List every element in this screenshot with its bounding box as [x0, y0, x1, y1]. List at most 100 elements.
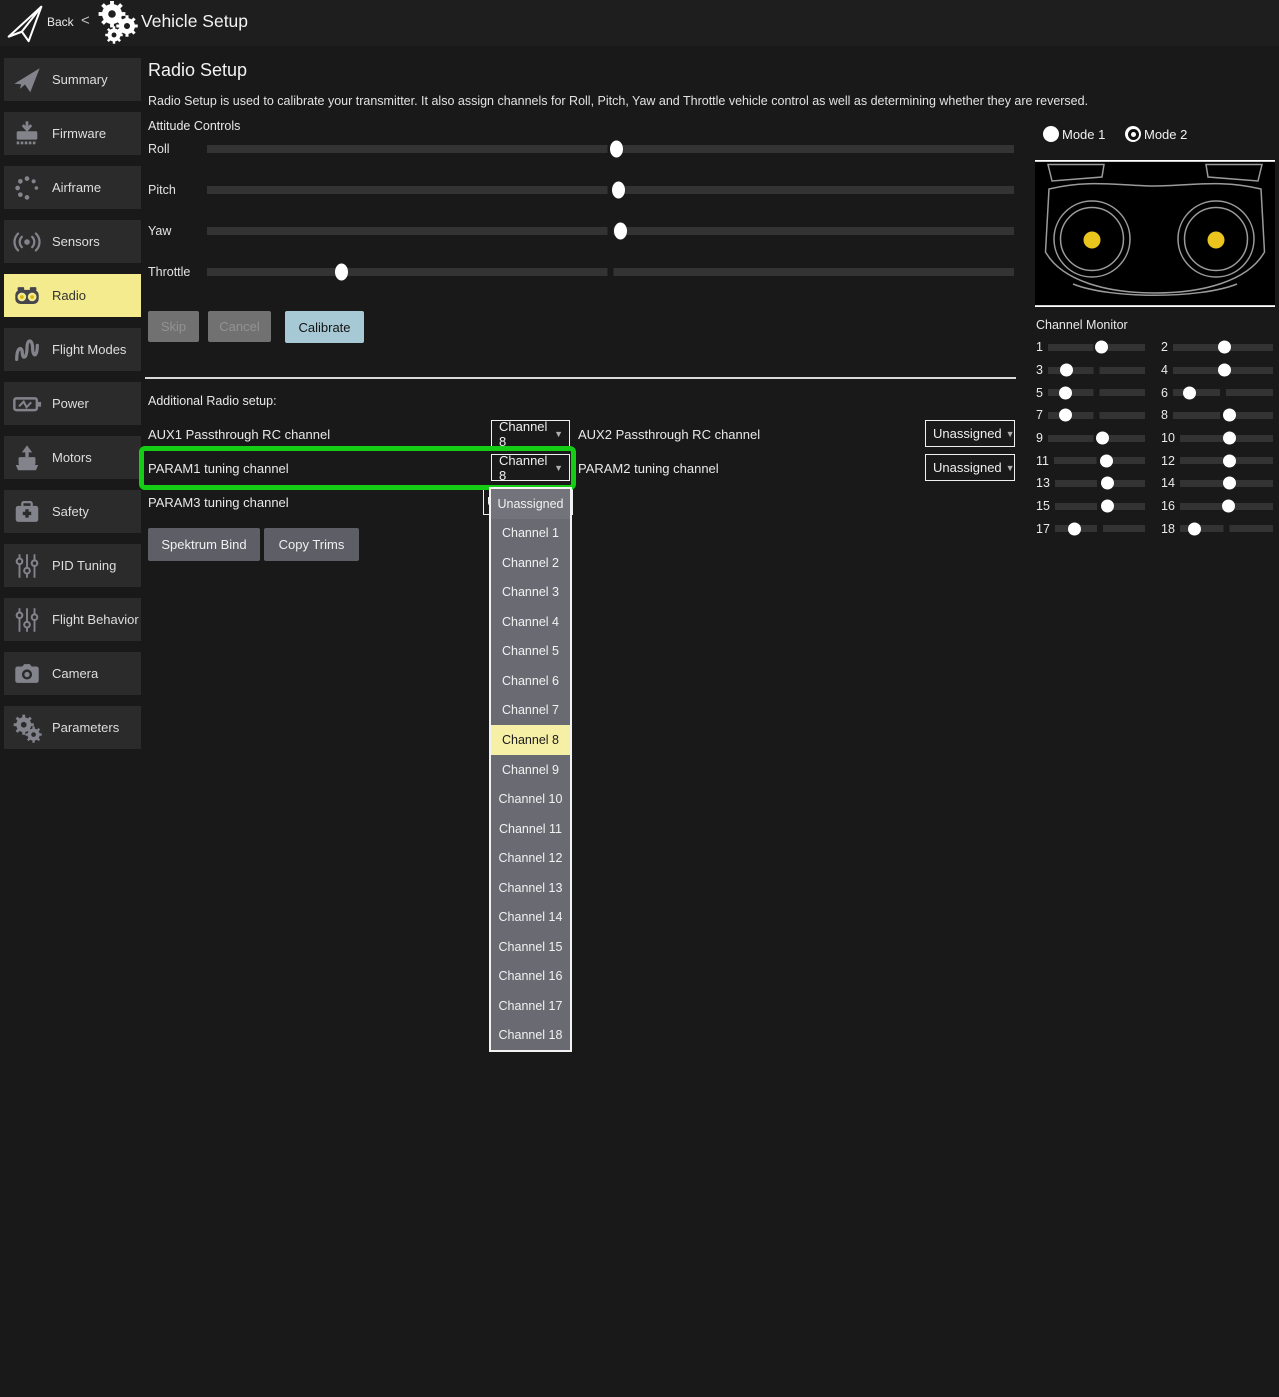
- aux2-passthrough-combo[interactable]: Unassigned ▼: [925, 420, 1015, 447]
- channel-7-track: [1048, 412, 1145, 419]
- sidebar-item-label: Motors: [52, 450, 92, 465]
- sidebar-item-sensors[interactable]: Sensors: [4, 220, 141, 263]
- spektrum-bind-button[interactable]: Spektrum Bind: [148, 528, 260, 561]
- sidebar-item-label: Sensors: [52, 234, 100, 249]
- channel-monitor-row-8: 8: [1161, 404, 1273, 427]
- page-title: Vehicle Setup: [141, 11, 248, 32]
- skip-button[interactable]: Skip: [148, 311, 199, 342]
- channel-16-value-knob: [1222, 500, 1235, 513]
- aux1-passthrough-combo[interactable]: Channel 8 ▼: [491, 420, 570, 447]
- dropdown-option-channel-1[interactable]: Channel 1: [491, 519, 570, 549]
- channel-number: 17: [1036, 522, 1050, 536]
- sidebar-item-firmware[interactable]: Firmware: [4, 112, 141, 155]
- dropdown-option-channel-4[interactable]: Channel 4: [491, 607, 570, 637]
- mode-2-radio[interactable]: Mode 2: [1125, 126, 1187, 142]
- channel-monitor-row-7: 7: [1036, 404, 1145, 427]
- channel-8-value-knob: [1223, 409, 1236, 422]
- channel-17-track: [1055, 525, 1145, 532]
- channel-12-track: [1180, 457, 1273, 464]
- sidebar-item-motors[interactable]: Motors: [4, 436, 141, 479]
- channel-13-value-knob: [1101, 477, 1114, 490]
- channel-monitor-row-16: 16: [1161, 495, 1273, 518]
- channel-14-value-knob: [1223, 477, 1236, 490]
- param2-tuning-combo[interactable]: Unassigned ▼: [925, 454, 1015, 481]
- calibrate-button[interactable]: Calibrate: [285, 311, 364, 343]
- dropdown-option-channel-18[interactable]: Channel 18: [491, 1021, 570, 1051]
- dropdown-option-channel-9[interactable]: Channel 9: [491, 755, 570, 785]
- yaw-slider-knob: [614, 222, 627, 239]
- dropdown-option-channel-2[interactable]: Channel 2: [491, 548, 570, 578]
- param1-tuning-label: PARAM1 tuning channel: [148, 461, 289, 476]
- copy-trims-button[interactable]: Copy Trims: [264, 528, 359, 561]
- channel-9-value-knob: [1096, 432, 1109, 445]
- sidebar-item-flight-modes[interactable]: Flight Modes: [4, 328, 141, 371]
- param2-tuning-value: Unassigned: [933, 460, 1002, 475]
- back-button[interactable]: Back: [47, 15, 74, 29]
- channel-monitor-row-3: 3: [1036, 359, 1145, 382]
- roll-slider-track: [207, 145, 1014, 153]
- dropdown-option-channel-5[interactable]: Channel 5: [491, 637, 570, 667]
- dropdown-option-channel-12[interactable]: Channel 12: [491, 843, 570, 873]
- channel-1-track: [1048, 344, 1145, 351]
- dropdown-option-unassigned[interactable]: Unassigned: [491, 489, 570, 519]
- dropdown-option-channel-10[interactable]: Channel 10: [491, 784, 570, 814]
- attitude-slider-label: Yaw: [148, 224, 207, 238]
- sidebar-item-airframe[interactable]: Airframe: [4, 166, 141, 209]
- sidebar-item-power[interactable]: Power: [4, 382, 141, 425]
- dropdown-option-channel-3[interactable]: Channel 3: [491, 578, 570, 608]
- sidebar-item-camera[interactable]: Camera: [4, 652, 141, 695]
- power-battery-icon: [12, 389, 42, 419]
- cancel-button[interactable]: Cancel: [208, 311, 271, 342]
- sidebar-item-safety[interactable]: Safety: [4, 490, 141, 533]
- sidebar-item-pid-tuning[interactable]: PID Tuning: [4, 544, 141, 587]
- chevron-down-icon: ▼: [554, 463, 563, 473]
- channel-18-value-knob: [1188, 522, 1201, 535]
- channel-2-track: [1173, 344, 1273, 351]
- dropdown-option-channel-13[interactable]: Channel 13: [491, 873, 570, 903]
- param1-tuning-combo[interactable]: Channel 8 ▼: [491, 454, 570, 481]
- dropdown-option-channel-16[interactable]: Channel 16: [491, 962, 570, 992]
- channel-monitor-row-9: 9: [1036, 427, 1145, 450]
- channel-monitor-grid: 123456789101112131415161718: [1036, 336, 1273, 540]
- channel-number: 13: [1036, 476, 1050, 490]
- radio-button-icon: [1125, 126, 1141, 142]
- sidebar-item-flight-behavior[interactable]: Flight Behavior: [4, 598, 141, 641]
- channel-1-value-knob: [1095, 341, 1108, 354]
- sidebar-item-radio[interactable]: Radio: [4, 274, 141, 317]
- radio-button-icon: [1043, 126, 1059, 142]
- dropdown-option-channel-11[interactable]: Channel 11: [491, 814, 570, 844]
- dropdown-option-channel-17[interactable]: Channel 17: [491, 991, 570, 1021]
- sidebar-item-label: Radio: [52, 288, 86, 303]
- channel-14-track: [1180, 480, 1273, 487]
- channel-4-track: [1173, 367, 1273, 374]
- setup-sidebar: Summary Firmware Airframe Sensors Radio Fligh…: [4, 58, 141, 760]
- dropdown-option-channel-14[interactable]: Channel 14: [491, 902, 570, 932]
- attitude-slider-label: Pitch: [148, 183, 207, 197]
- channel-11-value-knob: [1100, 454, 1113, 467]
- section-divider: [145, 377, 1016, 379]
- channel-13-track: [1055, 480, 1145, 487]
- sidebar-item-parameters[interactable]: Parameters: [4, 706, 141, 749]
- channel-number: 3: [1036, 363, 1043, 377]
- channel-18-track: [1180, 525, 1273, 532]
- dropdown-option-channel-6[interactable]: Channel 6: [491, 666, 570, 696]
- mode-1-radio[interactable]: Mode 1: [1043, 126, 1105, 142]
- right-stick-dot: [1208, 232, 1225, 249]
- channel-3-track: [1048, 367, 1145, 374]
- dropdown-option-channel-8[interactable]: Channel 8: [491, 725, 570, 755]
- dropdown-option-channel-15[interactable]: Channel 15: [491, 932, 570, 962]
- sidebar-item-summary[interactable]: Summary: [4, 58, 141, 101]
- airframe-spinner-icon: [12, 173, 42, 203]
- attitude-slider-row-yaw: Yaw: [148, 210, 1014, 251]
- channel-monitor-title: Channel Monitor: [1036, 318, 1128, 332]
- channel-12-value-knob: [1223, 454, 1236, 467]
- chevron-down-icon: ▼: [1006, 463, 1015, 473]
- app-logo-paper-plane-icon[interactable]: [5, 3, 45, 43]
- sidebar-item-label: Flight Modes: [52, 342, 126, 357]
- parameters-gears-icon: [12, 713, 42, 743]
- channel-monitor-row-11: 11: [1036, 449, 1145, 472]
- channel-3-value-knob: [1060, 364, 1073, 377]
- attitude-sliders: RollPitchYawThrottle: [148, 128, 1014, 292]
- dropdown-option-channel-7[interactable]: Channel 7: [491, 696, 570, 726]
- channel-16-track: [1180, 503, 1273, 510]
